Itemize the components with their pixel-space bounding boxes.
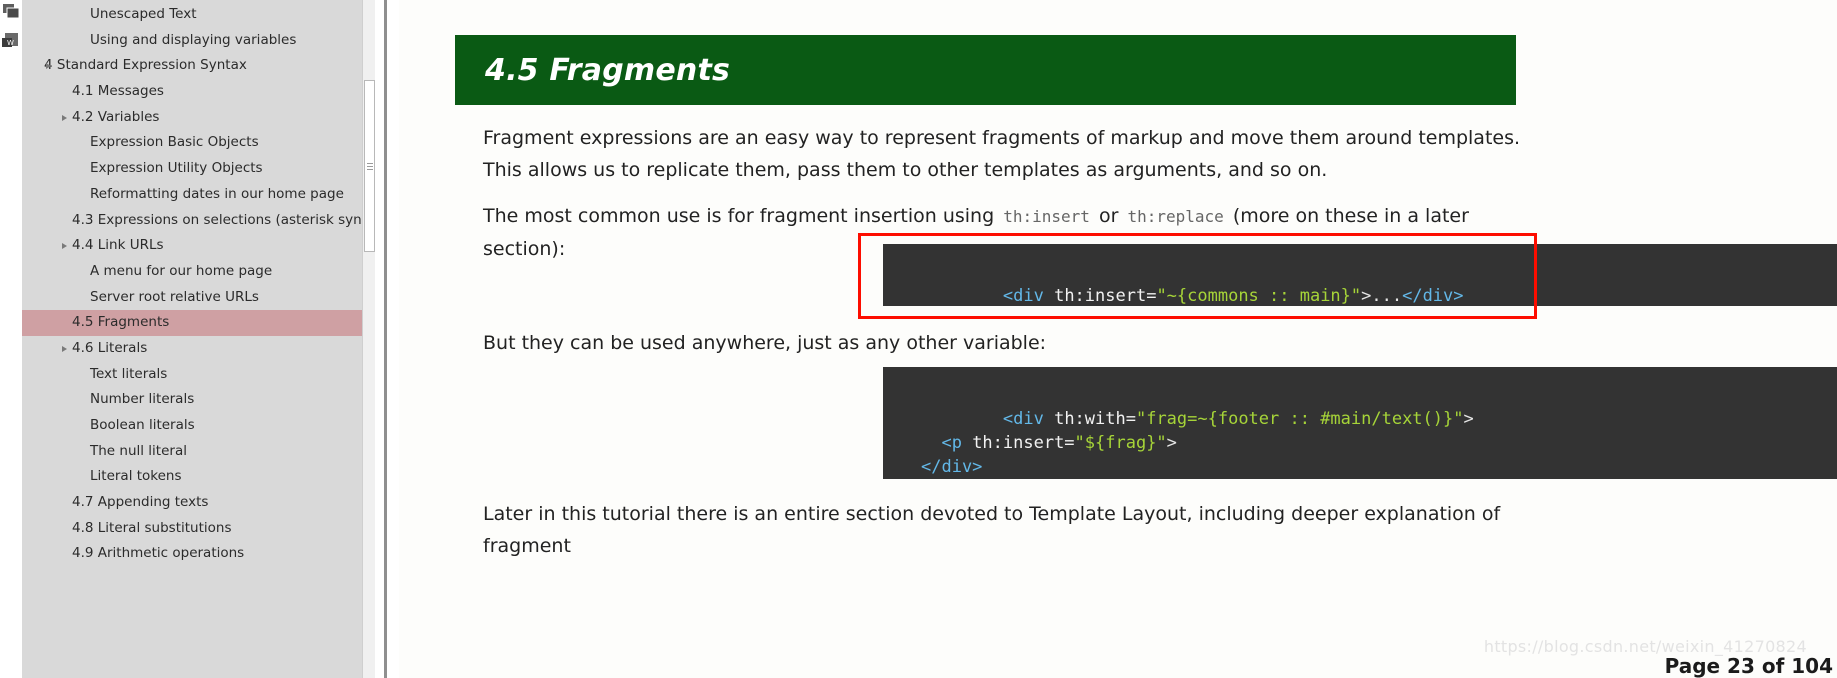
code-token-tag: </div> — [921, 457, 983, 477]
word-document-icon[interactable]: W — [2, 32, 21, 51]
sidebar-item-label: 4.9 Arithmetic operations — [72, 545, 245, 562]
code-token-plain: >... — [1361, 286, 1403, 306]
paragraph-usage-lead: The most common use is for fragment inse… — [483, 205, 995, 227]
sidebar-item-label: 4.5 Fragments — [72, 314, 170, 331]
sidebar-item-4-9-arithmetic-operations[interactable]: 4.9 Arithmetic operations — [22, 541, 375, 567]
chevron-collapse-icon[interactable] — [46, 63, 51, 70]
sidebar-item-label: 4.4 Link URLs — [72, 237, 164, 254]
code-block-insert: <div th:insert="~{commons :: main}">...<… — [883, 244, 1837, 306]
sidebar-item-using-and-displaying-variables[interactable]: Using and displaying variables — [22, 28, 375, 54]
code-line: <div th:with="frag=~{footer :: #main/tex… — [1003, 409, 1474, 429]
document-page: 4.5 Fragments Fragment expressions are a… — [399, 0, 1837, 678]
sidebar-item-4-8-literal-substitutions[interactable]: 4.8 Literal substitutions — [22, 516, 375, 542]
code-line: </div> — [921, 457, 982, 477]
divider-line — [384, 0, 387, 678]
sidebar-item-label: Server root relative URLs — [90, 288, 259, 305]
sidebar-item-number-literals[interactable]: Number literals — [22, 387, 375, 413]
code-token-plain: > — [1166, 433, 1177, 453]
sidebar-item-label: Reformatting dates in our home page — [90, 185, 344, 202]
sidebar-item-a-menu-for-our-home-page[interactable]: A menu for our home page — [22, 259, 375, 285]
paragraph-later: Later in this tutorial there is an entir… — [483, 503, 1501, 557]
code-line: <p th:insert="${frag}"> — [921, 433, 1177, 453]
sidebar-item-label: The null literal — [90, 442, 187, 459]
svg-text:W: W — [7, 39, 14, 47]
application-window: W Unescaped Text Using and displaying var… — [0, 0, 1837, 678]
sidebar-item-4-1-messages[interactable]: 4.1 Messages — [22, 79, 375, 105]
chevron-collapse-icon[interactable] — [62, 243, 67, 250]
code-th-replace: th:replace — [1127, 207, 1224, 226]
sidebar-item-reformatting-dates-in-our-home-page[interactable]: Reformatting dates in our home page — [22, 182, 375, 208]
paragraph-usage-conjunction: or — [1098, 205, 1119, 227]
sidebar-item-4-4-link-urls[interactable]: 4.4 Link URLs — [22, 233, 375, 259]
code-th-insert: th:insert — [1003, 207, 1090, 226]
sidebar-item-expression-utility-objects[interactable]: Expression Utility Objects — [22, 156, 375, 182]
sidebar-item-expression-basic-objects[interactable]: Expression Basic Objects — [22, 130, 375, 156]
code-block-with-frag-content: <div th:with="frag=~{footer :: #main/tex… — [921, 409, 1474, 477]
code-token-str: "frag=~{footer :: #main/text()}" — [1135, 409, 1464, 429]
scrollbar-grip-icon — [367, 163, 373, 164]
sidebar-item-label: 4 Standard Expression Syntax — [44, 57, 247, 74]
page-title: 4.5 Fragments — [485, 52, 731, 88]
sidebar-item-4-3-expressions-on-selections-asterisk-syntax[interactable]: 4.3 Expressions on selections (asterisk … — [22, 208, 375, 234]
sidebar-item-label: 4.3 Expressions on selections (asterisk … — [72, 211, 375, 228]
sidebar-scrollbar-thumb[interactable] — [364, 80, 375, 252]
sidebar-item-server-root-relative-urls[interactable]: Server root relative URLs — [22, 285, 375, 311]
code-block-insert-content: <div th:insert="~{commons :: main}">...<… — [1003, 286, 1464, 306]
sidebar-item-label: Boolean literals — [90, 417, 195, 433]
windows-stack-icon[interactable] — [2, 3, 21, 22]
chevron-collapse-icon[interactable] — [62, 345, 67, 352]
sidebar-item-label: Expression Utility Objects — [90, 160, 263, 177]
sidebar-item-label: 4.2 Variables — [72, 108, 160, 125]
sidebar-item-label: A menu for our home page — [90, 262, 273, 279]
table-of-contents-sidebar[interactable]: Unescaped Text Using and displaying varia… — [22, 0, 375, 678]
sidebar-item-label: 4.6 Literals — [72, 339, 148, 356]
sidebar-item-4-6-literals[interactable]: 4.6 Literals — [22, 336, 375, 362]
code-token-tag: <p — [921, 433, 962, 453]
code-token-attr: th:with= — [1043, 409, 1136, 429]
code-token-attr: th:insert= — [961, 433, 1075, 453]
paragraph-intro: Fragment expressions are an easy way to … — [483, 127, 1521, 181]
toc-list: Unescaped Text Using and displaying varia… — [22, 2, 375, 567]
sidebar-item-unescaped-text[interactable]: Unescaped Text — [22, 2, 375, 28]
section-heading-banner: 4.5 Fragments — [455, 35, 1516, 105]
sidebar-item-label: Literal tokens — [90, 468, 182, 485]
sidebar-item-label: Text literals — [90, 365, 168, 382]
code-token-plain: > — [1463, 409, 1474, 429]
sidebar-item-4-5-fragments[interactable]: 4.5 Fragments — [22, 310, 375, 336]
sidebar-item-label: 4.7 Appending texts — [72, 494, 209, 511]
chevron-collapse-icon[interactable] — [62, 114, 67, 121]
sidebar-item-boolean-literals[interactable]: Boolean literals — [22, 413, 375, 439]
code-token-str: "~{commons :: main}" — [1156, 286, 1362, 306]
sidebar-item-label: Using and displaying variables — [90, 31, 297, 48]
code-token-tag: <div — [1002, 409, 1044, 429]
code-token-tag: </div> — [1402, 286, 1464, 306]
sidebar-item-text-literals[interactable]: Text literals — [22, 362, 375, 388]
sidebar-item-4-2-variables[interactable]: 4.2 Variables — [22, 105, 375, 131]
code-block-with-frag: <div th:with="frag=~{footer :: #main/tex… — [883, 367, 1837, 479]
sidebar-item-label: Unescaped Text — [90, 6, 197, 22]
panel-divider[interactable] — [375, 0, 399, 678]
paragraph-anywhere: But they can be used anywhere, just as a… — [483, 332, 1047, 354]
sidebar-item-label: Expression Basic Objects — [90, 134, 259, 151]
sidebar-scrollbar[interactable] — [362, 0, 375, 678]
sidebar-item-4-7-appending-texts[interactable]: 4.7 Appending texts — [22, 490, 375, 516]
page-number-label: Page 23 of 104 — [1664, 654, 1833, 678]
sidebar-item-label: Number literals — [90, 391, 195, 408]
sidebar-item-label: 4.8 Literal substitutions — [72, 519, 232, 536]
sidebar-item-label: 4.1 Messages — [72, 83, 164, 100]
sidebar-item-4-standard-expression-syntax[interactable]: 4 Standard Expression Syntax — [22, 53, 375, 79]
sidebar-item-literal-tokens[interactable]: Literal tokens — [22, 464, 375, 490]
document-viewer[interactable]: 4.5 Fragments Fragment expressions are a… — [399, 0, 1837, 678]
code-token-attr: th:insert= — [1043, 286, 1157, 306]
left-icon-rail: W — [0, 0, 22, 678]
code-token-tag: <div — [1002, 286, 1044, 306]
code-token-str: "${frag}" — [1074, 433, 1167, 453]
sidebar-item-the-null-literal[interactable]: The null literal — [22, 439, 375, 465]
